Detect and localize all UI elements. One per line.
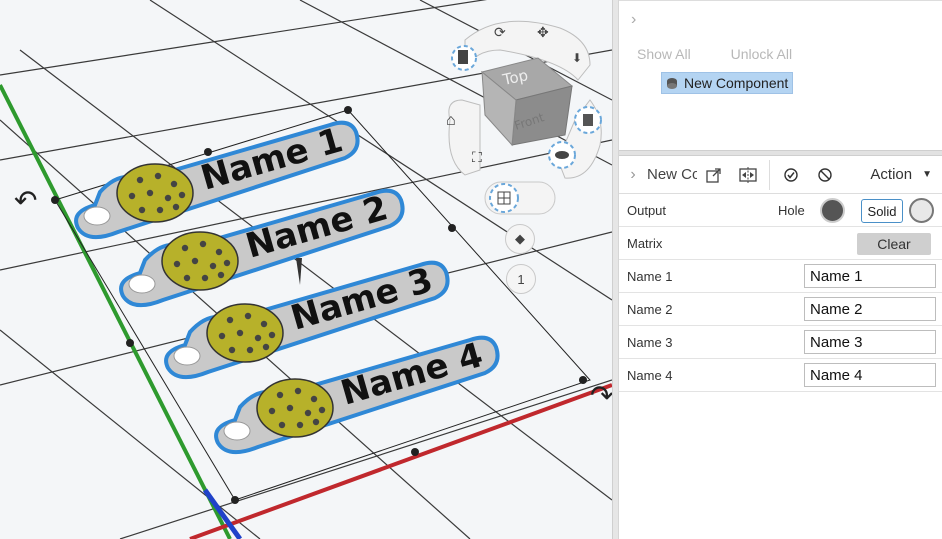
rotate-handle-right-icon[interactable]: ↷ bbox=[590, 380, 612, 411]
tag-label: Name 4 bbox=[336, 335, 487, 414]
action-label: Action bbox=[870, 166, 913, 183]
param-label: Name 4 bbox=[627, 367, 673, 383]
tag-label: Name 2 bbox=[241, 188, 392, 267]
component-name[interactable]: New Component bbox=[647, 166, 697, 183]
y-axis bbox=[0, 84, 232, 539]
tag-label: Name 1 bbox=[196, 120, 347, 199]
download-view-icon[interactable]: ⬇ bbox=[572, 51, 582, 65]
mirror-icon[interactable] bbox=[731, 160, 765, 190]
fit-view-icon[interactable]: ⛶ bbox=[472, 149, 482, 165]
param-label: Name 2 bbox=[627, 301, 673, 317]
navigation-widget: Top Front ⟳ ✥ ⬇ ⌂ ⛶ ◆ 1 bbox=[440, 10, 610, 310]
output-row: Output Hole Solid bbox=[619, 194, 942, 227]
param-row: Name 3 bbox=[619, 326, 942, 359]
disable-icon[interactable] bbox=[808, 160, 842, 190]
solid-button[interactable]: Solid bbox=[861, 199, 903, 223]
zoom-level-button[interactable]: 1 bbox=[506, 264, 536, 294]
height-handle-icon[interactable] bbox=[296, 258, 302, 285]
unlock-all-link[interactable]: Unlock All bbox=[731, 46, 792, 62]
toolbar-separator bbox=[769, 159, 770, 190]
param-input-name-2[interactable] bbox=[804, 297, 936, 321]
material-view-icon[interactable]: ◆ bbox=[505, 224, 535, 254]
show-all-link[interactable]: Show All bbox=[637, 46, 691, 62]
inspector-collapse-icon[interactable]: › bbox=[619, 166, 647, 184]
component-icon bbox=[667, 78, 677, 89]
param-label: Name 1 bbox=[627, 268, 673, 284]
solid-swatch[interactable] bbox=[909, 197, 934, 223]
param-input-name-1[interactable] bbox=[804, 264, 936, 288]
panel-divider[interactable] bbox=[612, 0, 619, 539]
param-input-name-3[interactable] bbox=[804, 330, 936, 354]
3d-viewport[interactable]: Name 1 Name 2 Name 3 Name 4 ↶ ↷ Top Front ⟳… bbox=[0, 0, 612, 539]
tree-node-label: New Component bbox=[684, 75, 789, 91]
expand-window-icon[interactable] bbox=[697, 160, 731, 190]
home-icon[interactable]: ⌂ bbox=[446, 112, 456, 129]
hole-label: Hole bbox=[778, 202, 805, 218]
param-row: Name 1 bbox=[619, 260, 942, 293]
rotate-handle-left-icon[interactable]: ↶ bbox=[14, 185, 37, 216]
right-panel: › Show All Unlock All New Component › Ne… bbox=[619, 0, 942, 539]
tree-node-new-component[interactable]: New Component bbox=[661, 72, 794, 94]
tag-label: Name 3 bbox=[286, 260, 437, 339]
move-view-icon[interactable]: ✥ bbox=[537, 24, 549, 40]
action-menu[interactable]: Action ▼ bbox=[870, 166, 932, 183]
param-row: Name 4 bbox=[619, 359, 942, 392]
check-icon[interactable] bbox=[774, 160, 808, 190]
param-input-name-4[interactable] bbox=[804, 363, 936, 387]
inspector-toolbar: › New Component Action ▼ bbox=[619, 156, 942, 194]
tree-expand-icon[interactable]: › bbox=[631, 11, 636, 29]
clear-button[interactable]: Clear bbox=[857, 233, 931, 255]
param-row: Name 2 bbox=[619, 293, 942, 326]
param-label: Name 3 bbox=[627, 334, 673, 350]
matrix-label: Matrix bbox=[627, 235, 663, 251]
hole-swatch[interactable] bbox=[820, 197, 845, 223]
output-label: Output bbox=[627, 202, 667, 218]
rotate-view-icon[interactable]: ⟳ bbox=[494, 24, 506, 40]
caret-down-icon: ▼ bbox=[922, 169, 932, 180]
component-tree: › Show All Unlock All New Component bbox=[619, 0, 942, 150]
matrix-row: Matrix Clear bbox=[619, 227, 942, 260]
